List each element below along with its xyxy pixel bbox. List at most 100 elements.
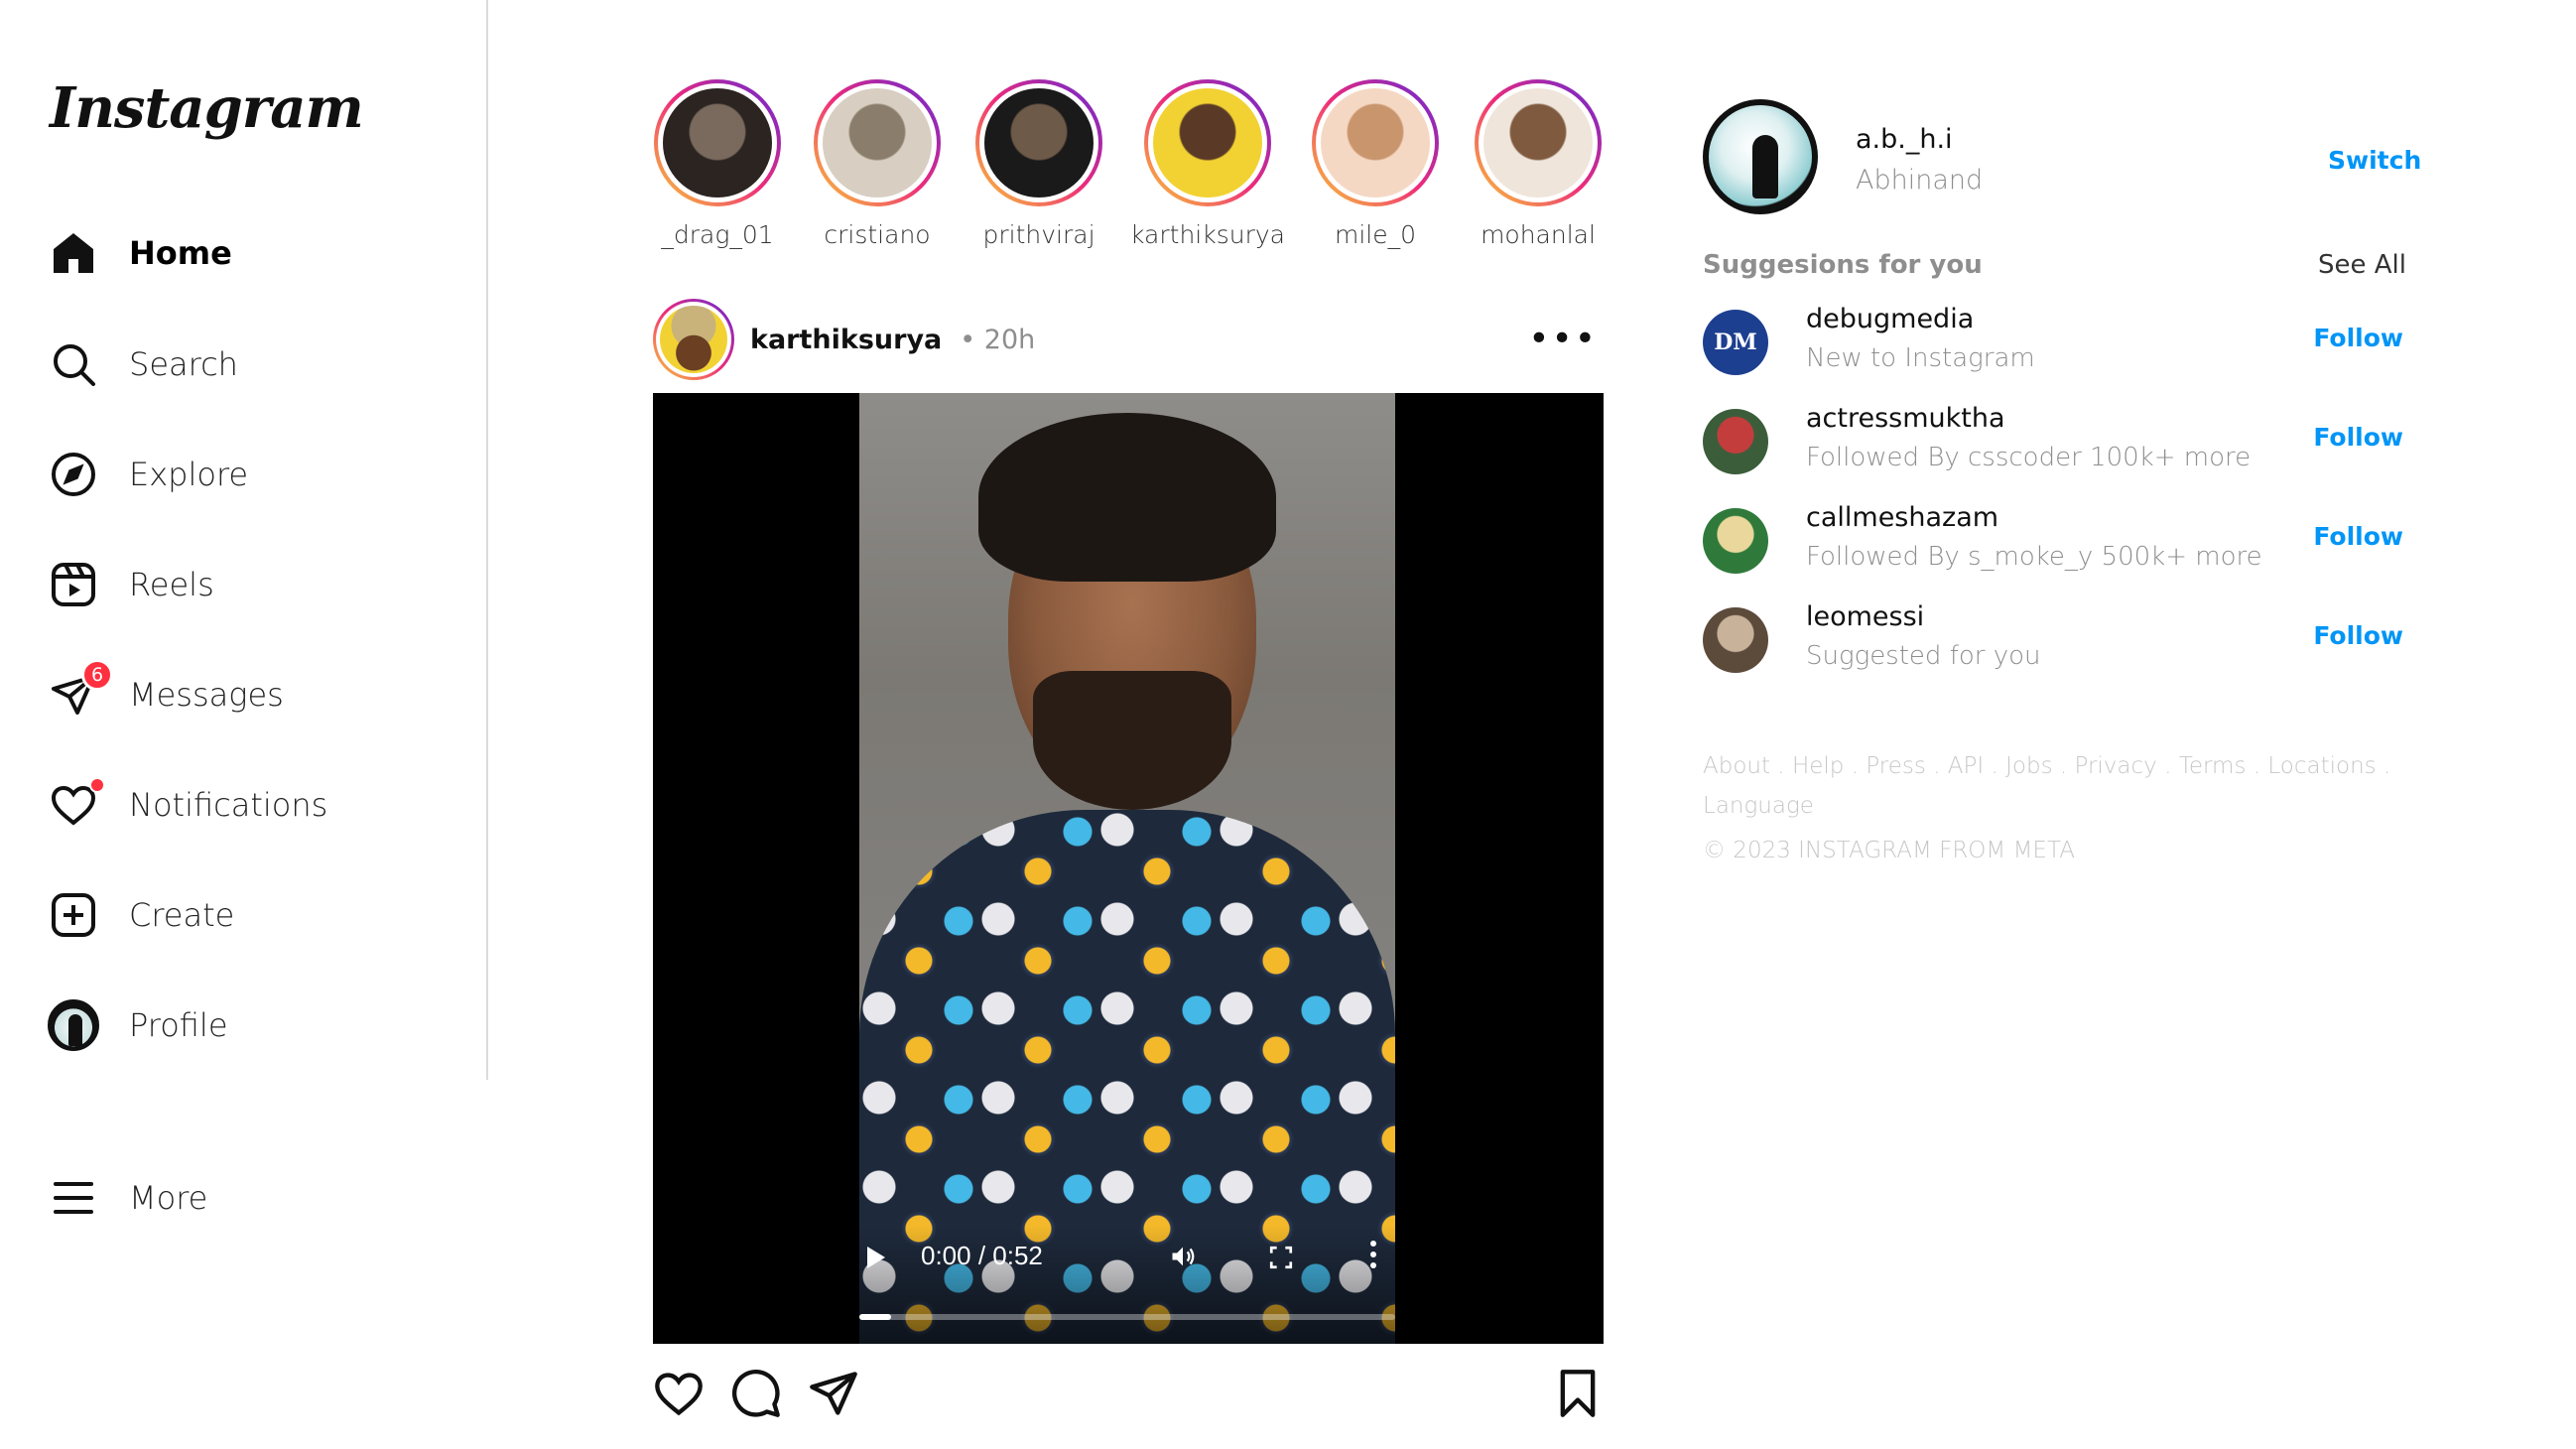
fullscreen-icon[interactable] [1268,1245,1294,1270]
see-all-link[interactable]: See All [2318,250,2406,280]
post-video[interactable]: 0:00 / 0:52 [653,393,1604,1344]
nav-notifications-label: Notifications [129,786,328,824]
messenger-icon: 6 [48,659,113,721]
story-username: prithviraj [982,220,1095,249]
nav-explore-label: Explore [129,456,249,493]
story-avatar [1483,88,1593,198]
footer-link-terms[interactable]: Terms . [2179,753,2260,779]
story-avatar [984,88,1094,198]
post-author-avatar[interactable] [653,299,734,380]
share-icon[interactable] [808,1368,859,1419]
footer-link-about[interactable]: About . [1703,753,1785,779]
nav-search-label: Search [129,345,238,383]
story-username: cristiano [824,220,931,249]
footer-link-api[interactable]: API . [1948,753,1998,779]
suggestion-avatar[interactable] [1703,409,1768,474]
video-progress-fill [859,1314,892,1320]
story-username: mohanlal [1481,220,1596,249]
plus-square-icon [48,889,99,941]
nav-profile[interactable]: Profile [48,990,228,1060]
suggestion-username[interactable]: callmeshazam [1806,502,1998,533]
debugmedia-monogram: DM [1714,329,1757,355]
suggestion-avatar[interactable] [1703,508,1768,574]
nav-search[interactable]: Search [48,329,238,399]
search-icon [48,338,99,390]
story-avatar [663,88,772,198]
follow-button[interactable]: Follow [2313,324,2403,352]
nav-more[interactable]: More [48,1163,207,1233]
follow-button[interactable]: Follow [2313,621,2403,650]
video-content: 0:00 / 0:52 [859,393,1395,1344]
compass-icon [48,449,99,500]
instagram-logo[interactable]: Instagram [50,75,364,141]
story-username: mile_0 [1334,220,1417,249]
story-avatar [823,88,932,198]
play-icon[interactable] [867,1247,885,1268]
nav-messages[interactable]: 6 Messages [48,659,284,729]
nav-create-label: Create [129,896,235,934]
story-item[interactable]: mohanlal [1454,79,1622,249]
video-menu-icon[interactable] [1369,1241,1377,1272]
nav-explore[interactable]: Explore [48,440,248,509]
footer-link-locations[interactable]: Locations . [2267,753,2390,779]
story-avatar [1153,88,1262,198]
story-item[interactable]: karthiksurya [1123,79,1292,249]
nav-reels-label: Reels [129,566,214,603]
current-user-fullname: Abhinand [1856,165,1984,196]
suggestion-item: DM debugmedia New to Instagram Follow [1703,304,2403,383]
suggestion-subtitle: Suggested for you [1806,641,2041,671]
profile-avatar-icon [48,999,99,1051]
current-user-avatar[interactable] [1703,99,1818,214]
video-progress-bar[interactable] [859,1314,1395,1320]
follow-button[interactable]: Follow [2313,423,2403,452]
suggestion-item: leomessi Suggested for you Follow [1703,601,2403,681]
home-icon [48,227,99,279]
story-item[interactable]: prithviraj [955,79,1123,249]
suggestion-username[interactable]: debugmedia [1806,304,1974,334]
story-item[interactable]: _drag_01 [633,79,802,249]
sidebar: Instagram Home Search Explore Reels 6 Me… [0,0,488,1080]
bookmark-icon[interactable] [1552,1368,1604,1419]
post-header: karthiksurya • 20h ••• [653,298,1604,381]
volume-icon[interactable] [1169,1243,1197,1270]
hamburger-menu-icon [48,1172,99,1224]
suggestion-username[interactable]: leomessi [1806,601,1924,632]
suggestion-subtitle: Followed By csscoder 100k+ more [1806,443,2252,472]
notification-dot [89,777,105,793]
nav-profile-label: Profile [129,1006,228,1044]
story-username: karthiksurya [1130,220,1285,249]
heart-icon [48,777,105,831]
suggestions-title: Suggesions for you [1703,250,1983,280]
current-user-username[interactable]: a.b._h.i [1856,124,1953,155]
nav-reels[interactable]: Reels [48,550,214,619]
footer-link-jobs[interactable]: Jobs . [2005,753,2067,779]
switch-account-button[interactable]: Switch [2328,146,2421,175]
suggestion-subtitle: New to Instagram [1806,343,2035,373]
more-options-icon[interactable]: ••• [1528,322,1598,357]
video-time: 0:00 / 0:52 [921,1241,1043,1270]
story-item[interactable]: mile_0 [1291,79,1460,249]
suggestion-avatar[interactable]: DM [1703,310,1768,375]
footer-link-press[interactable]: Press . [1866,753,1940,779]
like-heart-icon[interactable] [653,1368,705,1419]
post-actions [653,1368,1604,1423]
suggestion-item: actressmuktha Followed By csscoder 100k+… [1703,403,2403,482]
nav-notifications[interactable]: Notifications [48,770,327,840]
story-item[interactable]: cristiano [793,79,962,249]
follow-button[interactable]: Follow [2313,522,2403,551]
comment-icon[interactable] [730,1368,782,1419]
suggestion-username[interactable]: actressmuktha [1806,403,2005,434]
nav-home[interactable]: Home [48,218,232,288]
footer-link-privacy[interactable]: Privacy . [2074,753,2171,779]
nav-create[interactable]: Create [48,880,234,950]
footer-links: About . Help . Press . API . Jobs . Priv… [1703,746,2397,826]
video-controls: 0:00 / 0:52 [859,1225,1395,1344]
story-username: _drag_01 [661,220,774,249]
footer-link-help[interactable]: Help . [1792,753,1859,779]
post-author-username[interactable]: karthiksurya [750,325,942,355]
nav-home-label: Home [129,234,232,272]
nav-messages-label: Messages [129,676,284,714]
footer-link-language[interactable]: Language [1703,793,1814,819]
suggestion-avatar[interactable] [1703,607,1768,673]
story-avatar [1321,88,1430,198]
